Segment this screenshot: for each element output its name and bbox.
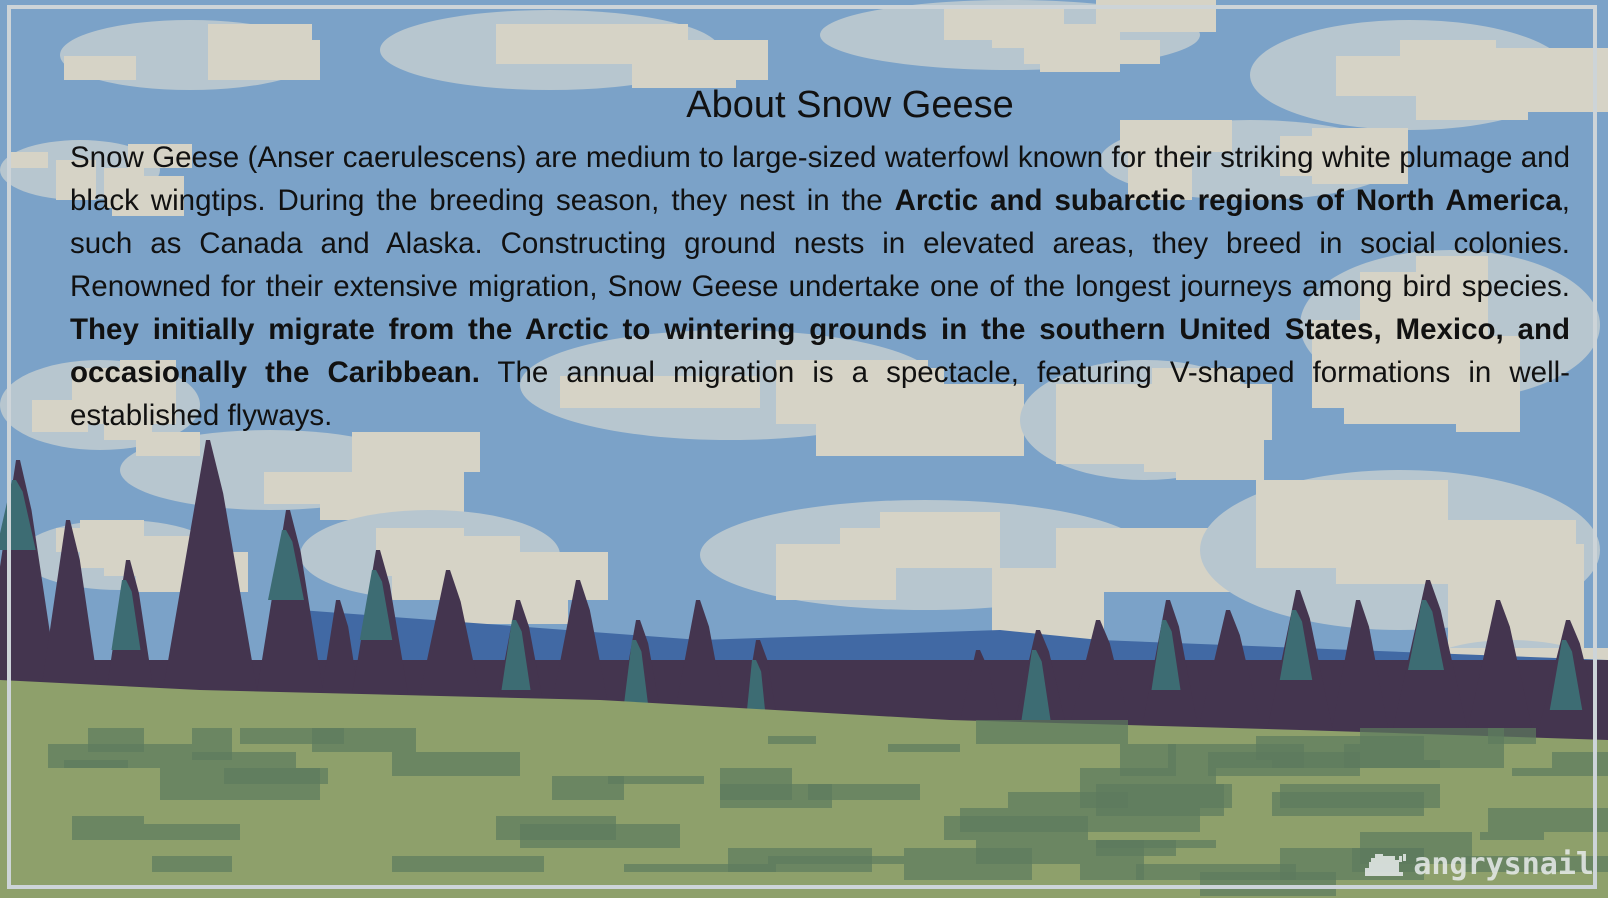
grass-patch (1512, 768, 1608, 776)
paragraph-bold-run: Arctic and subarctic regions of North Am… (894, 184, 1562, 217)
grass-patch (1272, 792, 1424, 816)
grass-patch (64, 760, 128, 768)
grass-patch (808, 784, 920, 800)
grass-patch (768, 736, 816, 744)
watermark: angrysnail (1363, 847, 1594, 882)
grass-patch (1480, 832, 1544, 840)
grass-patch (768, 856, 904, 864)
snail-icon (1365, 853, 1407, 876)
grass-patch (976, 840, 1144, 864)
grass-patch (192, 752, 296, 768)
grass-patch (72, 816, 144, 840)
grass-patch (1208, 752, 1360, 776)
grass-patch (944, 816, 1088, 840)
grass-patch (1128, 808, 1200, 832)
grass-patch (1080, 864, 1144, 880)
grass-patch (240, 728, 344, 744)
page-title: About Snow Geese (686, 84, 1014, 126)
grass-patch (1080, 768, 1216, 784)
watermark-text: angrysnail (1413, 847, 1594, 882)
grass-patch (1360, 728, 1504, 744)
grass-patch (1552, 752, 1608, 768)
grass-patch (520, 824, 680, 848)
grass-patch (1488, 808, 1608, 832)
grass-patch (976, 720, 1128, 744)
grass-patch (392, 856, 544, 872)
grass-patch (1344, 744, 1504, 768)
grass-patch (144, 824, 240, 840)
article-paragraph: Snow Geese (Anser caerulescens) are medi… (70, 136, 1570, 437)
grass-patch (608, 776, 704, 784)
grass-patch (888, 744, 960, 752)
grass-patch (624, 864, 776, 872)
grass-patch (152, 856, 232, 872)
grass-patch (1008, 792, 1128, 808)
article: About Snow Geese Snow Geese (Anser caeru… (70, 80, 1570, 437)
grass-patch (392, 752, 520, 776)
grass-patch (160, 768, 320, 800)
